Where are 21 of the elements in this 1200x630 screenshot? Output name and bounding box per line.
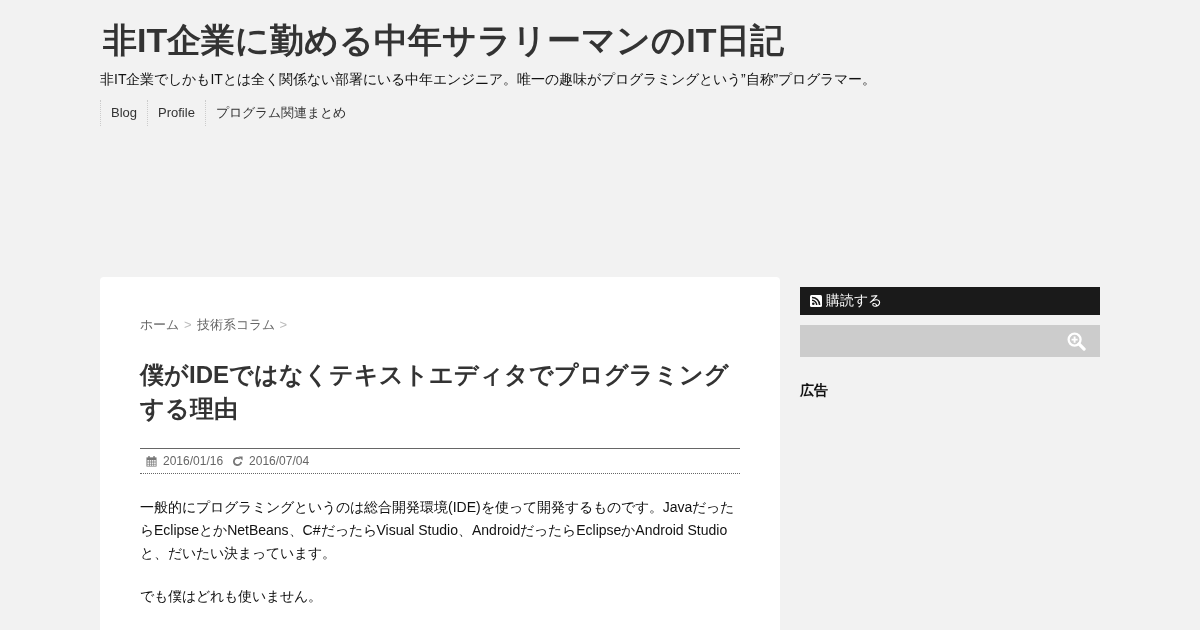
article-paragraph: 一般的にプログラミングというのは総合開発環境(IDE)を使って開発するものです。JavaだったらEclipseとかNetBeans、C#だったらVisual Studio、AndroidだったらEclipseかAndroid Studioと、だいたい決まっています。 [140, 498, 736, 563]
refresh-icon [232, 455, 244, 467]
widget-title: 広告 [800, 381, 828, 400]
breadcrumb-separator: > [279, 316, 288, 334]
breadcrumb-link[interactable]: ホーム [140, 315, 179, 335]
rss-icon [810, 295, 822, 307]
search-field[interactable] [800, 325, 1100, 357]
article-title: 僕がIDEではなくテキストエディタでプログラミングする理由 [140, 360, 730, 424]
search-icon[interactable] [1067, 331, 1086, 351]
updated-date: 2016/07/04 [249, 453, 310, 470]
subscribe-button[interactable]: 購読する [800, 287, 1100, 315]
breadcrumb-separator: > [184, 316, 192, 334]
site-title[interactable]: 非IT企業に勤める中年サラリーマンのIT日記 [103, 18, 785, 62]
calendar-icon [146, 455, 157, 467]
published-date: 2016/01/16 [163, 453, 224, 470]
nav-link[interactable]: Blog [100, 100, 148, 126]
nav-link[interactable]: プログラム関連まとめ [204, 100, 356, 126]
site-tagline: 非IT企業でしかもITとは全く関係ない部署にいる中年エンジニア。唯一の趣味がプログラミングという”自称”プログラマー。 [100, 70, 877, 89]
breadcrumb-link[interactable]: 技術系コラム [196, 315, 275, 335]
article-paragraph: でも僕はどれも使いません。 [140, 587, 323, 606]
nav-link[interactable]: Profile [147, 100, 205, 126]
